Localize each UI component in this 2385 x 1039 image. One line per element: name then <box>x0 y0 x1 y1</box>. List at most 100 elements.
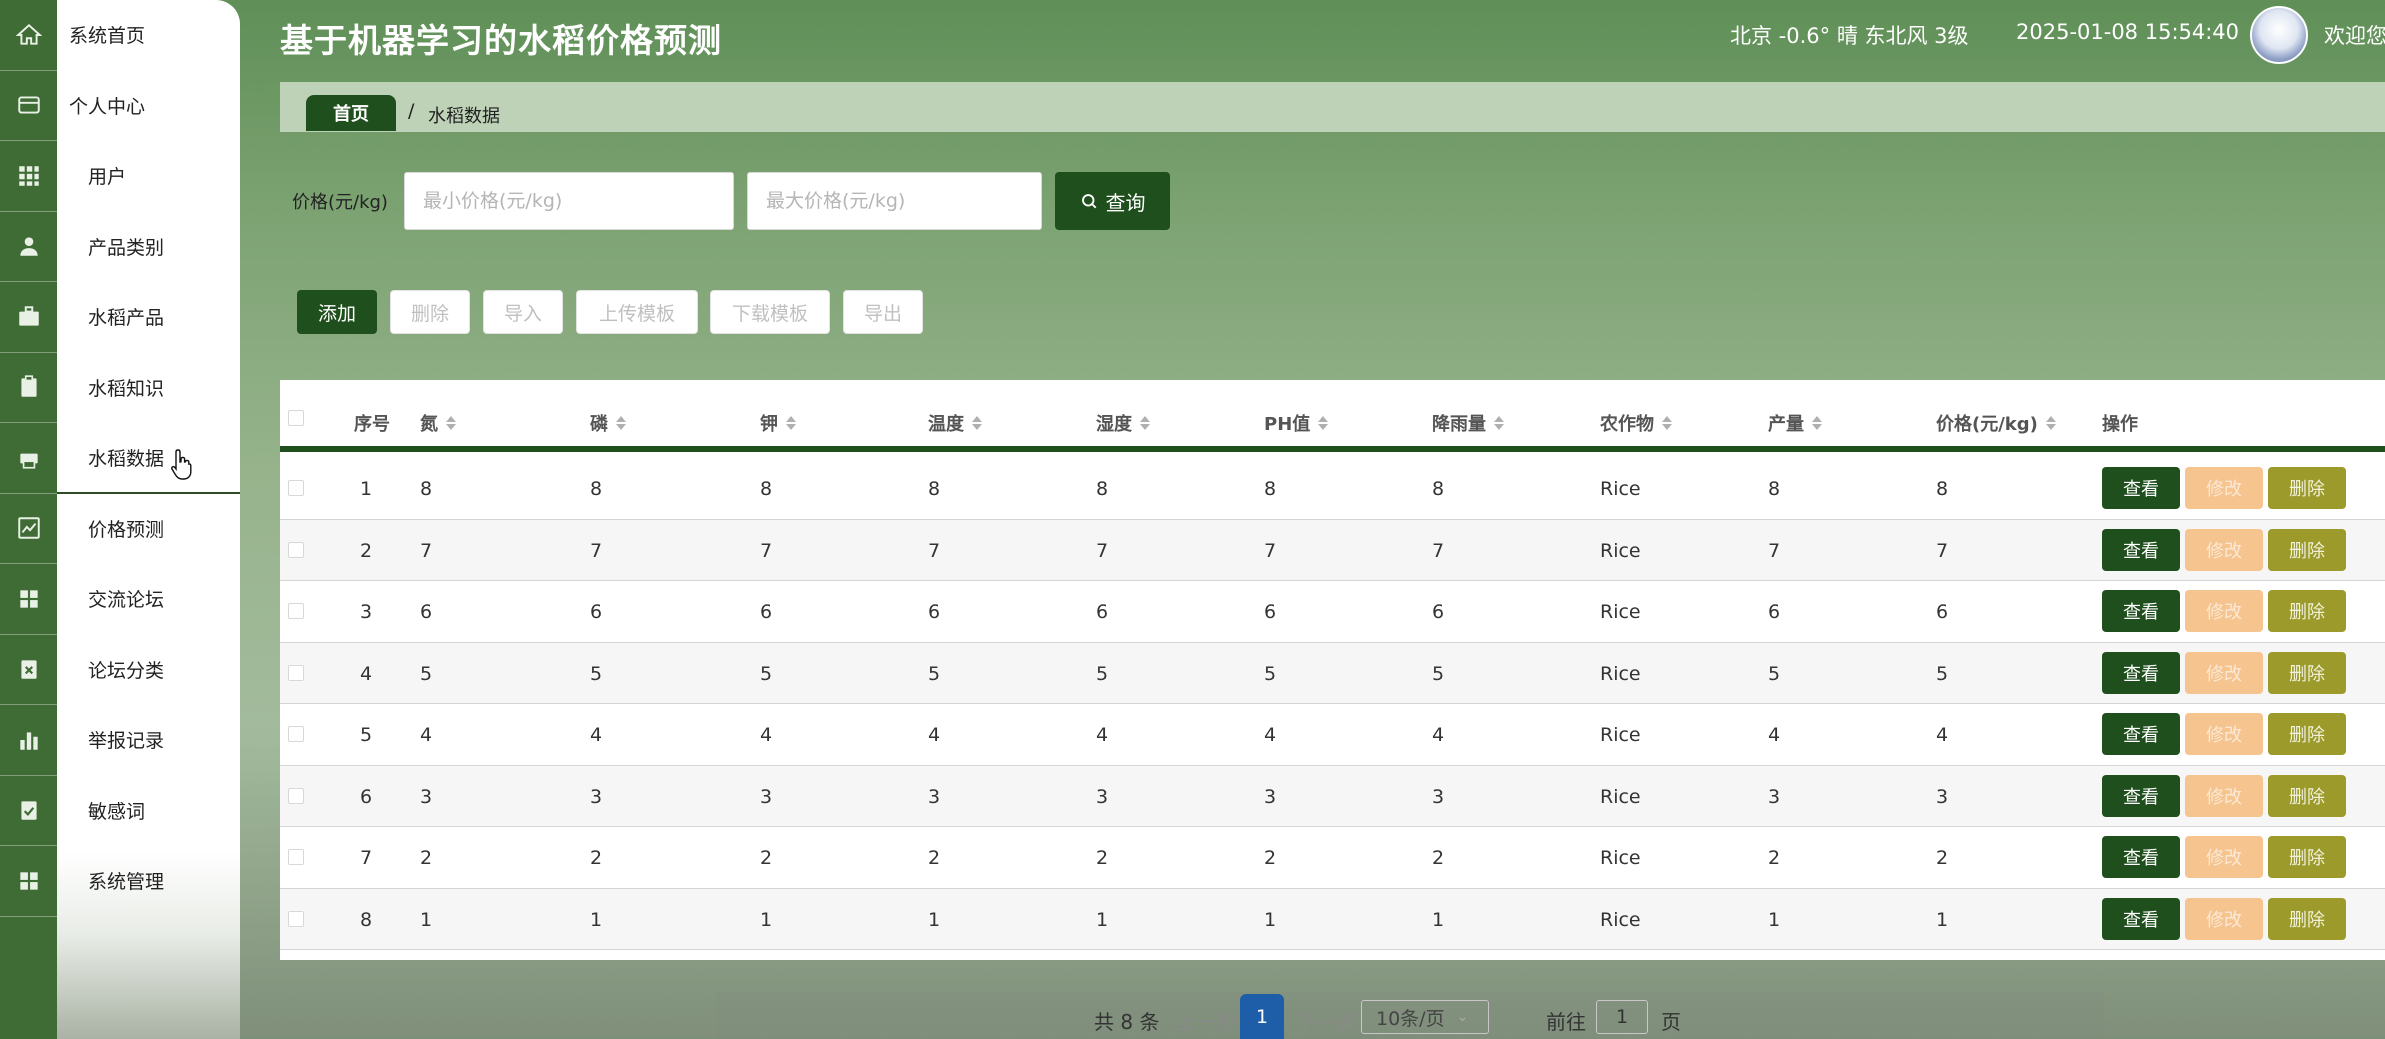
column-header-phosphorus[interactable]: 磷 <box>590 410 626 436</box>
sidebar-item-users[interactable]: 用户 <box>57 141 240 212</box>
sort-icon[interactable] <box>616 416 626 430</box>
view-button[interactable]: 查看 <box>2102 774 2180 817</box>
delete-button[interactable]: 删除 <box>2268 467 2346 509</box>
bar-chart-icon[interactable] <box>0 705 57 776</box>
edit-button[interactable]: 修改 <box>2185 467 2263 509</box>
clipboard-icon[interactable] <box>0 353 57 423</box>
view-button[interactable]: 查看 <box>2102 590 2180 632</box>
sidebar-item-rice-knowledge[interactable]: 水稻知识 <box>57 353 240 424</box>
goto-page-input[interactable]: 1 <box>1596 1000 1648 1034</box>
table-cell: 5 <box>928 662 941 685</box>
view-button[interactable]: 查看 <box>2102 836 2180 878</box>
sort-icon[interactable] <box>972 416 982 430</box>
page-size-select[interactable]: 10条/页 ⌄ <box>1361 1000 1489 1034</box>
table-cell: 3 <box>760 785 773 808</box>
edit-button[interactable]: 修改 <box>2185 651 2263 694</box>
view-button[interactable]: 查看 <box>2102 897 2180 940</box>
batch-delete-button[interactable]: 删除 <box>390 290 470 334</box>
row-checkbox[interactable] <box>288 787 304 804</box>
column-header-crop[interactable]: 农作物 <box>1600 410 1672 436</box>
sidebar-item-product-category[interactable]: 产品类别 <box>57 212 240 283</box>
view-button[interactable]: 查看 <box>2102 651 2180 694</box>
row-checkbox[interactable] <box>288 480 304 496</box>
delete-button[interactable]: 删除 <box>2268 590 2346 632</box>
column-header-humidity[interactable]: 湿度 <box>1096 410 1150 436</box>
table-cell: 5 <box>360 724 373 746</box>
column-header-nitrogen[interactable]: 氮 <box>420 410 456 436</box>
view-button[interactable]: 查看 <box>2102 713 2180 755</box>
edit-button[interactable]: 修改 <box>2185 897 2263 940</box>
sidebar-item-sensitive-words[interactable]: 敏感词 <box>57 776 240 847</box>
import-button[interactable]: 导入 <box>483 290 563 334</box>
wallet-icon[interactable] <box>0 71 57 141</box>
printer-icon[interactable] <box>0 423 57 494</box>
delete-button[interactable]: 删除 <box>2268 651 2346 694</box>
column-header-ph[interactable]: PH值 <box>1264 410 1329 436</box>
column-header-temperature[interactable]: 温度 <box>928 410 982 436</box>
sort-icon[interactable] <box>1494 416 1504 430</box>
sidebar-item-price-prediction[interactable]: 价格预测 <box>57 494 240 565</box>
row-checkbox[interactable] <box>288 664 304 681</box>
sort-icon[interactable] <box>786 416 796 430</box>
user-icon[interactable] <box>0 212 57 282</box>
briefcase-icon[interactable] <box>0 282 57 353</box>
apps-icon[interactable] <box>0 846 57 917</box>
pagination: 共 8 条 上一页 1 下一页 10条/页 ⌄ 前往 1 页 <box>716 992 2104 1039</box>
sort-icon[interactable] <box>1812 416 1822 430</box>
delete-button[interactable]: 删除 <box>2268 774 2346 817</box>
view-button[interactable]: 查看 <box>2102 467 2180 509</box>
edit-button[interactable]: 修改 <box>2185 774 2263 817</box>
column-header-yield[interactable]: 产量 <box>1768 410 1822 436</box>
column-header-rainfall[interactable]: 降雨量 <box>1432 410 1504 436</box>
sidebar-item-reports[interactable]: 举报记录 <box>57 705 240 776</box>
sidebar-item-home[interactable]: 系统首页 <box>57 0 240 71</box>
edit-button[interactable]: 修改 <box>2185 836 2263 878</box>
select-all-checkbox[interactable] <box>288 410 304 426</box>
edit-button[interactable]: 修改 <box>2185 590 2263 632</box>
query-button[interactable]: 查询 <box>1055 172 1170 230</box>
row-checkbox[interactable] <box>288 603 304 619</box>
sort-icon[interactable] <box>1318 416 1329 430</box>
next-page-button[interactable]: 下一页 <box>1296 1006 1356 1035</box>
grid-icon[interactable] <box>0 141 57 212</box>
clipboard-x-icon[interactable] <box>0 635 57 705</box>
row-checkbox[interactable] <box>288 541 304 558</box>
sort-icon[interactable] <box>446 416 456 430</box>
delete-button[interactable]: 删除 <box>2268 713 2346 755</box>
sort-icon[interactable] <box>2045 416 2056 430</box>
min-price-input[interactable] <box>404 172 734 230</box>
prev-page-button[interactable]: 上一页 <box>1176 1006 1236 1035</box>
delete-button[interactable]: 删除 <box>2268 836 2346 878</box>
edit-button[interactable]: 修改 <box>2185 528 2263 571</box>
column-header-price[interactable]: 价格(元/kg) <box>1936 410 2056 436</box>
max-price-input[interactable] <box>747 172 1042 230</box>
download-template-button[interactable]: 下载模板 <box>710 290 830 334</box>
home-icon[interactable] <box>0 0 57 71</box>
trend-icon[interactable] <box>0 494 57 564</box>
clipboard-check-icon[interactable] <box>0 776 57 846</box>
sidebar-item-rice-products[interactable]: 水稻产品 <box>57 282 240 353</box>
sidebar-item-system-management[interactable]: 系统管理 <box>57 846 240 917</box>
column-header-potassium[interactable]: 钾 <box>760 410 796 436</box>
delete-button[interactable]: 删除 <box>2268 528 2346 571</box>
add-button[interactable]: 添加 <box>297 290 377 334</box>
row-checkbox[interactable] <box>288 849 304 865</box>
view-button[interactable]: 查看 <box>2102 528 2180 571</box>
delete-button[interactable]: 删除 <box>2268 897 2346 940</box>
edit-button[interactable]: 修改 <box>2185 713 2263 755</box>
sidebar-item-rice-data[interactable]: 水稻数据 <box>57 423 240 494</box>
sort-icon[interactable] <box>1662 416 1672 430</box>
apps-icon[interactable] <box>0 564 57 635</box>
row-checkbox[interactable] <box>288 726 304 742</box>
breadcrumb-home[interactable]: 首页 <box>306 95 396 131</box>
sidebar-item-forum-category[interactable]: 论坛分类 <box>57 635 240 706</box>
welcome-text[interactable]: 欢迎您 <box>2324 20 2385 50</box>
export-button[interactable]: 导出 <box>843 290 923 334</box>
row-checkbox[interactable] <box>288 910 304 927</box>
avatar[interactable] <box>2250 6 2308 64</box>
sidebar-item-profile[interactable]: 个人中心 <box>57 71 240 142</box>
sidebar-item-forum[interactable]: 交流论坛 <box>57 564 240 635</box>
upload-template-button[interactable]: 上传模板 <box>576 290 698 334</box>
current-page[interactable]: 1 <box>1240 994 1284 1039</box>
sort-icon[interactable] <box>1140 416 1150 430</box>
